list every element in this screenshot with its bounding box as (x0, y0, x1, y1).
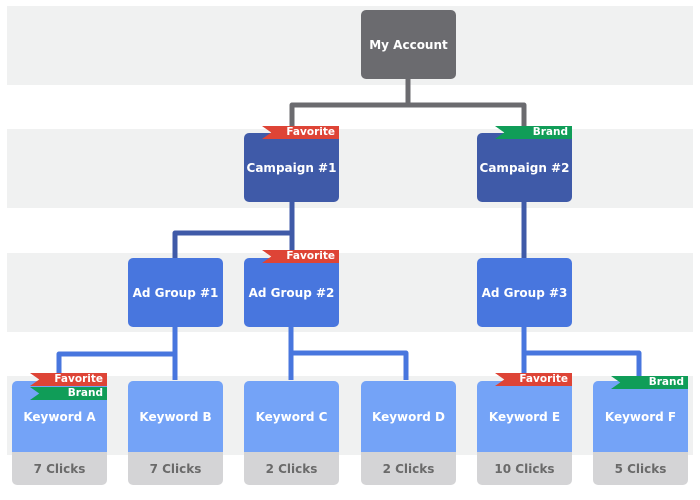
node-keyword-f[interactable]: Keyword F (593, 381, 688, 452)
node-label: Campaign #1 (246, 160, 337, 175)
node-campaign-2[interactable]: Campaign #2 (477, 133, 572, 202)
favorite-flag: Favorite (495, 373, 572, 386)
node-label: Keyword E (488, 409, 561, 424)
node-keyword-c[interactable]: Keyword C (244, 381, 339, 452)
connector-adgroup3-keywords (521, 325, 642, 380)
keyword-card-c[interactable]: Keyword C 2 Clicks (244, 381, 339, 485)
node-label: Keyword F (604, 409, 677, 424)
keyword-card-f[interactable]: Keyword F 5 Clicks (593, 381, 688, 485)
node-ad-group-3[interactable]: Ad Group #3 (477, 258, 572, 327)
node-label: Ad Group #3 (481, 285, 568, 300)
clicks-count: 7 Clicks (128, 452, 223, 485)
brand-flag: Brand (30, 387, 107, 400)
node-label: Campaign #2 (479, 160, 570, 175)
connector-adgroup2-keywords (288, 325, 409, 380)
node-label: Ad Group #2 (248, 285, 335, 300)
favorite-flag: Favorite (30, 373, 107, 386)
connector-adgroup1-keywords (56, 325, 178, 380)
node-keyword-e[interactable]: Keyword E (477, 381, 572, 452)
keyword-card-e[interactable]: Keyword E 10 Clicks (477, 381, 572, 485)
node-label: Keyword C (255, 409, 328, 424)
node-label: Keyword A (23, 409, 96, 424)
node-keyword-d[interactable]: Keyword D (361, 381, 456, 452)
clicks-count: 7 Clicks (12, 452, 107, 485)
node-label: Keyword B (139, 409, 212, 424)
node-ad-group-2[interactable]: Ad Group #2 (244, 258, 339, 327)
clicks-count: 5 Clicks (593, 452, 688, 485)
clicks-count: 2 Clicks (361, 452, 456, 485)
node-keyword-b[interactable]: Keyword B (128, 381, 223, 452)
node-campaign-1[interactable]: Campaign #1 (244, 133, 339, 202)
node-label: Keyword D (371, 409, 446, 424)
node-ad-group-1[interactable]: Ad Group #1 (128, 258, 223, 327)
keyword-card-d[interactable]: Keyword D 2 Clicks (361, 381, 456, 485)
brand-flag: Brand (611, 376, 688, 389)
favorite-flag: Favorite (262, 126, 339, 139)
clicks-count: 10 Clicks (477, 452, 572, 485)
node-my-account[interactable]: My Account (361, 10, 456, 79)
clicks-count: 2 Clicks (244, 452, 339, 485)
brand-flag: Brand (495, 126, 572, 139)
node-label: Ad Group #1 (132, 285, 219, 300)
node-label: My Account (369, 37, 448, 52)
favorite-flag: Favorite (262, 250, 339, 263)
keyword-card-b[interactable]: Keyword B 7 Clicks (128, 381, 223, 485)
